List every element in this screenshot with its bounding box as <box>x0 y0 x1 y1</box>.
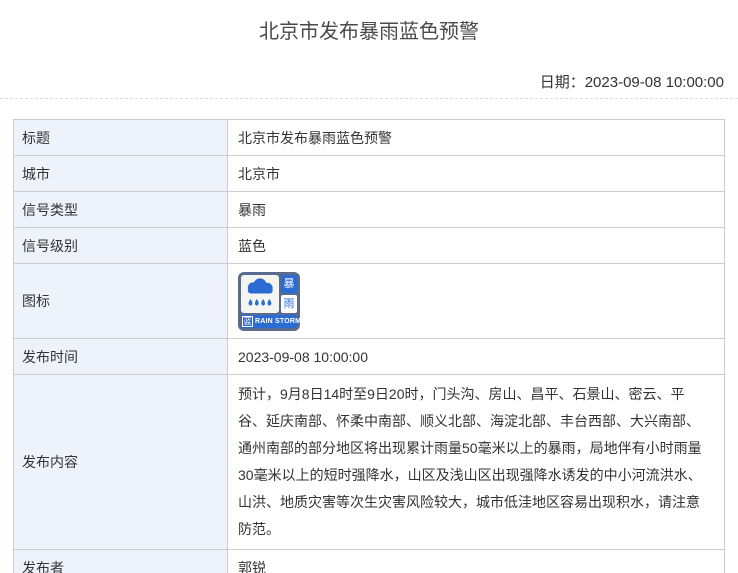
table-row-publish-time: 发布时间 2023-09-08 10:00:00 <box>14 339 725 375</box>
rain-cloud-icon <box>241 275 279 313</box>
row-value: 暴雨 <box>228 192 725 228</box>
row-value: 北京市发布暴雨蓝色预警 <box>228 120 725 156</box>
table-row-publisher: 发布者 郭锐 <box>14 550 725 573</box>
warning-level-char: 蓝 <box>242 316 253 327</box>
warning-info-table: 标题 北京市发布暴雨蓝色预警 城市 北京市 信号类型 暴雨 信号级别 蓝色 图标 <box>13 119 725 573</box>
table-row-signal-type: 信号类型 暴雨 <box>14 192 725 228</box>
warning-char-yu: 雨 <box>281 295 297 313</box>
rainstorm-blue-warning-icon: 暴 雨 蓝 RAIN STORM <box>238 272 300 331</box>
row-label: 信号级别 <box>14 228 228 264</box>
date-label: 日期： <box>540 74 585 91</box>
warning-icon-chars: 暴 雨 <box>281 275 297 313</box>
row-label: 发布者 <box>14 550 228 573</box>
header-divider <box>0 98 738 99</box>
table-row-signal-level: 信号级别 蓝色 <box>14 228 725 264</box>
row-value: 北京市 <box>228 156 725 192</box>
date-value: 2023-09-08 10:00:00 <box>585 74 724 91</box>
table-row-icon: 图标 <box>14 264 725 339</box>
page-header: 北京市发布暴雨蓝色预警 日期：2023-09-08 10:00:00 <box>0 0 738 93</box>
table-row-title: 标题 北京市发布暴雨蓝色预警 <box>14 120 725 156</box>
page-title: 北京市发布暴雨蓝色预警 <box>14 18 724 46</box>
row-label: 城市 <box>14 156 228 192</box>
row-label: 发布内容 <box>14 375 228 550</box>
warning-en-label: RAIN STORM <box>255 318 301 325</box>
warning-icon-top: 暴 雨 <box>241 275 297 313</box>
row-value: 2023-09-08 10:00:00 <box>228 339 725 375</box>
warning-icon-footer: 蓝 RAIN STORM <box>241 315 297 328</box>
row-label: 标题 <box>14 120 228 156</box>
row-label: 信号类型 <box>14 192 228 228</box>
row-value: 暴 雨 蓝 RAIN STORM <box>228 264 725 339</box>
table-row-city: 城市 北京市 <box>14 156 725 192</box>
row-value: 郭锐 <box>228 550 725 573</box>
row-label: 图标 <box>14 264 228 339</box>
warning-char-bao: 暴 <box>281 275 297 293</box>
row-label: 发布时间 <box>14 339 228 375</box>
row-value: 蓝色 <box>228 228 725 264</box>
table-row-publish-content: 发布内容 预计，9月8日14时至9日20时，门头沟、房山、昌平、石景山、密云、平… <box>14 375 725 550</box>
row-value: 预计，9月8日14时至9日20时，门头沟、房山、昌平、石景山、密云、平谷、延庆南… <box>228 375 725 550</box>
date-line: 日期：2023-09-08 10:00:00 <box>14 72 724 93</box>
